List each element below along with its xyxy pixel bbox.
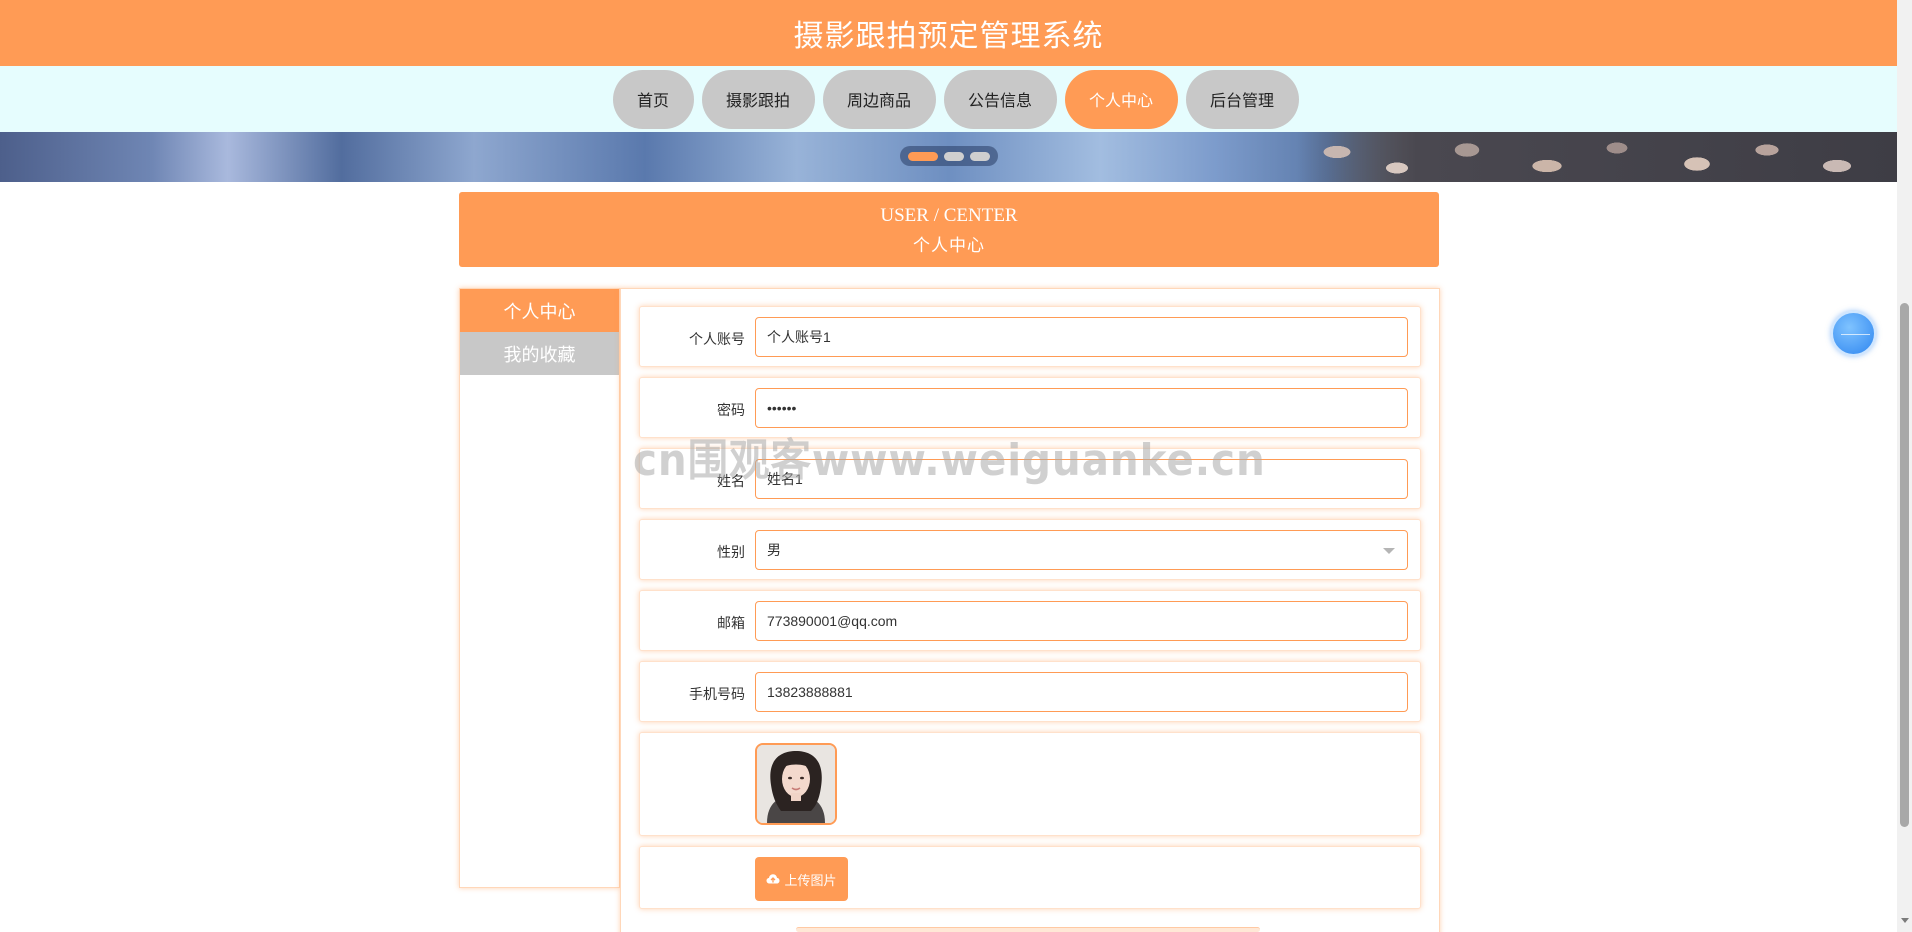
carousel-dot-1[interactable] xyxy=(908,151,938,161)
nav-item-admin[interactable]: 后台管理 xyxy=(1185,69,1299,129)
avatar-portrait xyxy=(757,745,835,823)
chevron-down-icon xyxy=(1383,548,1395,554)
gender-select-value: 男 xyxy=(767,542,781,558)
floating-assistant-button[interactable] xyxy=(1831,311,1876,356)
scrollbar-thumb[interactable] xyxy=(1900,303,1909,827)
password-label: 密码 xyxy=(717,402,745,418)
nav-item-home[interactable]: 首页 xyxy=(612,69,694,129)
top-header: 摄影跟拍预定管理系统 xyxy=(0,0,1897,66)
nav-item-announcements[interactable]: 公告信息 xyxy=(943,69,1057,129)
page-heading: USER / CENTER 个人中心 xyxy=(459,192,1439,267)
floating-button-line xyxy=(1841,334,1870,335)
account-label: 个人账号 xyxy=(689,331,745,347)
upload-image-button[interactable]: 上传图片 xyxy=(755,857,848,901)
sidebar-item-favorites[interactable]: 我的收藏 xyxy=(460,332,619,375)
nav-item-merchandise[interactable]: 周边商品 xyxy=(822,69,936,129)
email-input[interactable]: 773890001@qq.com xyxy=(755,601,1408,641)
carousel-dot-2[interactable] xyxy=(944,151,964,161)
cloud-upload-icon xyxy=(766,874,780,884)
password-input[interactable]: •••••• xyxy=(755,388,1408,428)
email-label: 邮箱 xyxy=(717,615,745,631)
form-row-account: 个人账号 个人账号1 xyxy=(639,306,1421,367)
carousel-dot-3[interactable] xyxy=(970,151,990,161)
upload-image-label: 上传图片 xyxy=(784,872,837,888)
phone-label: 手机号码 xyxy=(689,686,745,702)
next-element-edge xyxy=(796,927,1260,932)
phone-input[interactable]: 13823888881 xyxy=(755,672,1408,712)
avatar-image xyxy=(755,743,837,825)
nav-item-personal-center[interactable]: 个人中心 xyxy=(1064,69,1178,129)
page-heading-cn: 个人中心 xyxy=(913,236,985,255)
main-nav: 首页 摄影跟拍 周边商品 公告信息 个人中心 后台管理 xyxy=(0,66,1897,132)
form-row-avatar xyxy=(639,732,1421,836)
form-row-email: 邮箱 773890001@qq.com xyxy=(639,590,1421,651)
site-title: 摄影跟拍预定管理系统 xyxy=(793,20,1104,53)
watermark: cn围观客www.weiguanke.cn xyxy=(633,435,1266,486)
form-row-phone: 手机号码 13823888881 xyxy=(639,661,1421,722)
account-input[interactable]: 个人账号1 xyxy=(755,317,1408,357)
scroll-down-arrow-icon[interactable] xyxy=(1901,918,1909,923)
page-heading-en: USER / CENTER xyxy=(880,205,1018,226)
form-row-gender: 性别 男 xyxy=(639,519,1421,580)
sidebar-item-personal-center[interactable]: 个人中心 xyxy=(460,289,619,332)
form-row-upload: 上传图片 xyxy=(639,846,1421,909)
gender-select[interactable]: 男 xyxy=(755,530,1408,570)
banner-image xyxy=(1297,132,1897,182)
profile-form: 个人账号 个人账号1 密码 •••••• 姓名 姓名1 性别 男 邮箱 7738… xyxy=(620,288,1440,932)
sidebar: 个人中心 我的收藏 xyxy=(459,288,620,888)
gender-label: 性别 xyxy=(717,544,745,560)
page: 摄影跟拍预定管理系统 首页 摄影跟拍 周边商品 公告信息 个人中心 后台管理 U… xyxy=(0,0,1912,932)
carousel-indicators xyxy=(900,146,998,166)
nav-item-photo-follow[interactable]: 摄影跟拍 xyxy=(701,69,815,129)
